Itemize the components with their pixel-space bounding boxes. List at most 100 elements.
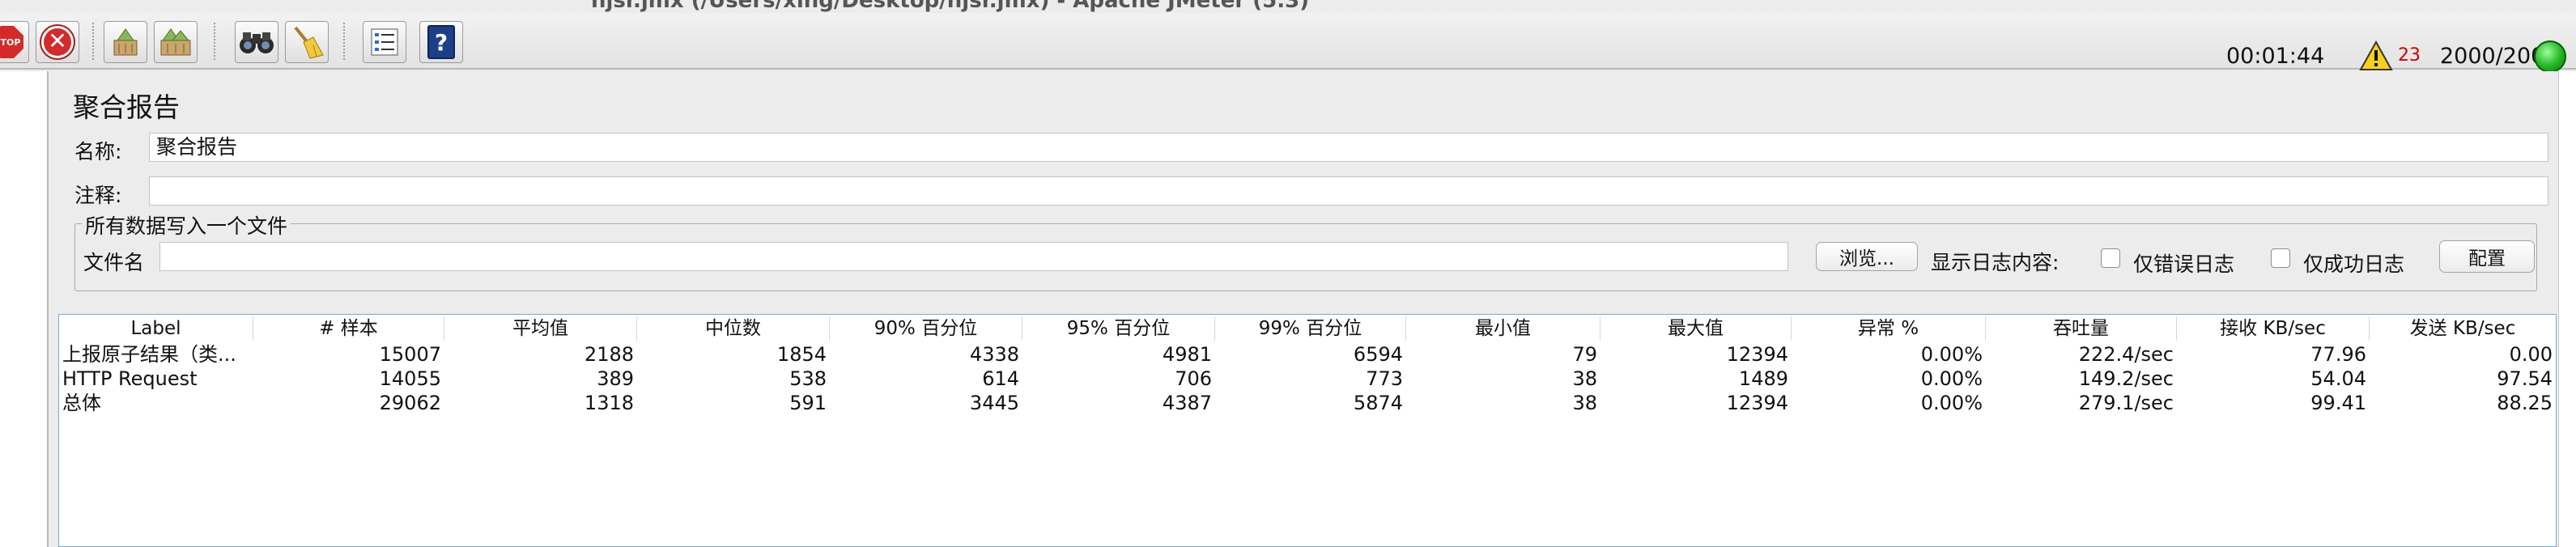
cell-error-pct: 0.00% xyxy=(1920,392,1983,414)
cell-99-pct: 6594 xyxy=(1353,343,1403,366)
list-icon xyxy=(371,28,398,56)
table-row[interactable]: HTTP Request 14055 389 538 614 706 773 3… xyxy=(59,367,2556,391)
configure-button[interactable]: 配置 xyxy=(2439,240,2535,273)
cell-90-pct: 614 xyxy=(982,367,1019,390)
warning-icon[interactable] xyxy=(2359,40,2393,71)
shutdown-button[interactable]: ✕ xyxy=(36,21,79,63)
comment-label: 注释: xyxy=(74,184,122,207)
clear-all-button[interactable] xyxy=(154,21,198,63)
stop-button[interactable]: STOP xyxy=(0,21,29,63)
filename-label: 文件名 xyxy=(83,251,145,274)
column-header-received-kb[interactable]: 接收 KB/sec xyxy=(2177,316,2370,341)
toolbar-separator xyxy=(214,23,215,60)
toolbar-separator xyxy=(343,23,345,60)
cell-received-kb: 77.96 xyxy=(2310,343,2366,366)
shutdown-icon: ✕ xyxy=(41,26,74,58)
cell-throughput: 149.2/sec xyxy=(2078,367,2174,390)
broom-clear-all-icon xyxy=(160,28,191,56)
column-header-label[interactable]: Label xyxy=(59,316,253,341)
cell-samples: 29062 xyxy=(379,392,441,414)
cell-90-pct: 3445 xyxy=(969,392,1019,414)
errors-only-checkbox[interactable] xyxy=(2101,248,2120,268)
column-header-throughput[interactable]: 吞吐量 xyxy=(1986,316,2177,341)
cell-sent-kb: 97.54 xyxy=(2497,367,2553,390)
log-display-label: 显示日志内容: xyxy=(1931,251,2060,274)
cell-label: HTTP Request xyxy=(62,367,198,390)
window-title-bar: njsr.jmx (/Users/xing/Desktop/njsr.jmx) … xyxy=(0,0,2576,13)
column-header-samples[interactable]: # 样本 xyxy=(253,316,444,341)
page-title: 聚合报告 xyxy=(73,91,180,123)
table-row[interactable]: 上报原子结果（类... 15007 2188 1854 4338 4981 65… xyxy=(59,342,2556,367)
test-plan-tree[interactable] xyxy=(0,71,49,547)
filename-input[interactable] xyxy=(159,242,1788,271)
cell-throughput: 222.4/sec xyxy=(2078,343,2174,366)
broom-reset-icon xyxy=(294,26,324,59)
help-icon: ? xyxy=(427,25,455,59)
cell-median: 1854 xyxy=(776,343,827,366)
column-header-error-pct[interactable]: 异常 % xyxy=(1792,316,1986,341)
search-button[interactable] xyxy=(235,21,278,63)
error-count: 23 xyxy=(2398,45,2421,66)
cell-samples: 15007 xyxy=(379,343,441,366)
clear-button[interactable] xyxy=(104,21,147,63)
browse-button[interactable]: 浏览... xyxy=(1816,242,1918,271)
cell-95-pct: 706 xyxy=(1175,367,1212,390)
write-results-to-file-group: 所有数据写入一个文件 文件名 浏览... 显示日志内容: 仅错误日志 仅成功日志… xyxy=(74,210,2537,291)
cell-99-pct: 5874 xyxy=(1353,392,1403,414)
cell-sent-kb: 88.25 xyxy=(2497,392,2553,414)
cell-max: 12394 xyxy=(1726,392,1788,414)
column-header-max[interactable]: 最大值 xyxy=(1600,316,1792,341)
column-header-95-pct[interactable]: 95% 百分位 xyxy=(1022,316,1215,341)
cell-error-pct: 0.00% xyxy=(1920,367,1983,390)
toolbar: STOP ✕ xyxy=(0,13,2576,73)
cell-received-kb: 54.04 xyxy=(2310,367,2366,390)
aggregate-report-panel: 聚合报告 名称: 聚合报告 注释: 所有数据写入一个文件 文件名 浏览... 显… xyxy=(50,71,2557,547)
cell-average: 1318 xyxy=(584,392,634,414)
column-header-90-pct[interactable]: 90% 百分位 xyxy=(830,316,1022,341)
cell-throughput: 279.1/sec xyxy=(2078,392,2174,414)
cell-max: 1489 xyxy=(1738,367,1788,390)
cell-min: 79 xyxy=(1572,343,1597,366)
function-helper-button[interactable] xyxy=(363,21,406,63)
table-row-total[interactable]: 总体 29062 1318 591 3445 4387 5874 38 1239… xyxy=(59,391,2556,415)
cell-average: 389 xyxy=(597,367,634,390)
cell-sent-kb: 0.00 xyxy=(2509,343,2553,366)
broom-clear-icon xyxy=(113,28,138,56)
name-field[interactable]: 聚合报告 xyxy=(149,133,2548,162)
stop-icon: STOP xyxy=(0,26,23,58)
name-label: 名称: xyxy=(74,140,122,163)
success-only-checkbox[interactable] xyxy=(2271,248,2290,268)
running-indicator-icon xyxy=(2534,40,2566,73)
reset-search-button[interactable] xyxy=(285,21,329,63)
window-title: njsr.jmx (/Users/xing/Desktop/njsr.jmx) … xyxy=(591,0,1310,13)
table-header: Label # 样本 平均值 中位数 90% 百分位 95% 百分位 99% 百… xyxy=(59,316,2556,341)
column-header-99-pct[interactable]: 99% 百分位 xyxy=(1215,316,1406,341)
binoculars-icon xyxy=(240,32,274,53)
cell-median: 591 xyxy=(789,392,827,414)
cell-average: 2188 xyxy=(584,343,634,366)
cell-99-pct: 773 xyxy=(1366,367,1403,390)
elapsed-time: 00:01:44 xyxy=(2226,44,2325,69)
cell-min: 38 xyxy=(1572,367,1597,390)
column-header-min[interactable]: 最小值 xyxy=(1406,316,1600,341)
column-header-median[interactable]: 中位数 xyxy=(637,316,830,341)
cell-label: 上报原子结果（类... xyxy=(62,343,236,366)
cell-90-pct: 4338 xyxy=(969,343,1019,366)
comment-field[interactable] xyxy=(149,176,2548,206)
cell-max: 12394 xyxy=(1726,343,1788,366)
cell-min: 38 xyxy=(1572,392,1597,414)
cell-samples: 14055 xyxy=(379,367,441,390)
column-header-average[interactable]: 平均值 xyxy=(444,316,637,341)
cell-95-pct: 4981 xyxy=(1162,343,1212,366)
help-button[interactable]: ? xyxy=(419,21,463,63)
cell-error-pct: 0.00% xyxy=(1920,343,1983,366)
errors-only-label: 仅错误日志 xyxy=(2133,252,2235,276)
cell-received-kb: 99.41 xyxy=(2310,392,2366,414)
success-only-label: 仅成功日志 xyxy=(2303,252,2405,276)
column-header-sent-kb[interactable]: 发送 KB/sec xyxy=(2370,316,2556,341)
aggregate-results-table[interactable]: Label # 样本 平均值 中位数 90% 百分位 95% 百分位 99% 百… xyxy=(58,314,2557,547)
cell-label: 总体 xyxy=(62,392,101,414)
file-group-legend: 所有数据写入一个文件 xyxy=(82,210,291,240)
vertical-scrollbar[interactable] xyxy=(2558,71,2576,547)
toolbar-separator xyxy=(92,23,94,60)
